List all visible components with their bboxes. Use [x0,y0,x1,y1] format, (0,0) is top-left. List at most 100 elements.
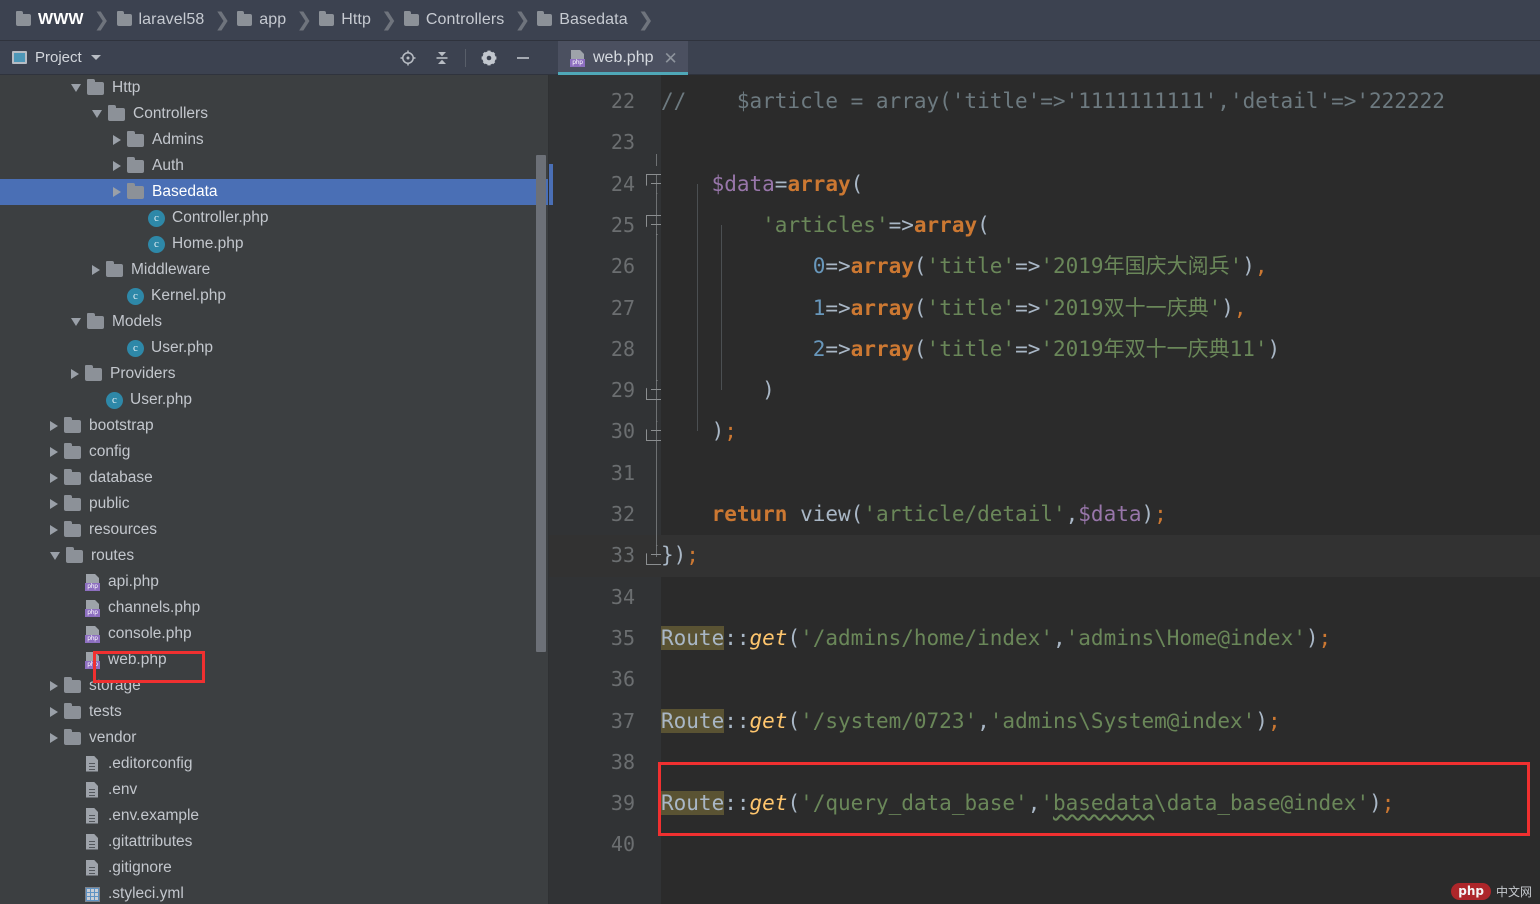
code-line-35[interactable]: Route::get('/admins/home/index','admins\… [661,618,1540,659]
tree-item-storage[interactable]: storage [0,673,548,699]
code-line-38[interactable] [661,742,1540,783]
chevron-down-icon[interactable] [50,552,60,560]
tree-item-env-example[interactable]: .env.example [0,803,548,829]
project-tree[interactable]: Http Controllers Admins Auth Basedata c Contro… [0,75,548,904]
code-editor[interactable]: 22 23 24 25 26 27 28 29 30 31 32 33 34 35 36 37 38 39 40 /… [549,75,1540,904]
tab-web-php[interactable]: php web.php ✕ [558,41,688,75]
tree-item-vendor[interactable]: vendor [0,725,548,751]
chevron-right-icon[interactable] [92,265,100,275]
chevron-right-icon[interactable] [50,681,58,691]
tree-item-routes[interactable]: routes [0,543,548,569]
tree-item-channels-php[interactable]: php channels.php [0,595,548,621]
chevron-right-icon[interactable] [50,707,58,717]
folder-icon [108,104,125,121]
chevron-down-icon[interactable] [92,110,102,118]
code-line-37[interactable]: Route::get('/system/0723','admins\System… [661,701,1540,742]
chevron-right-icon[interactable] [50,499,58,509]
breadcrumb-item-http[interactable]: Http [319,0,371,40]
tree-item-label: api.php [108,573,159,590]
tree-item-basedata[interactable]: Basedata [0,179,548,205]
hide-window-icon[interactable] [506,43,540,73]
code-line-40[interactable] [661,824,1540,865]
tree-item-env[interactable]: .env [0,777,548,803]
tree-item-middleware[interactable]: Middleware [0,257,548,283]
settings-gear-icon[interactable] [472,43,506,73]
code-line-34[interactable] [661,577,1540,618]
tree-item-resources[interactable]: resources [0,517,548,543]
tree-item-bootstrap[interactable]: bootstrap [0,413,548,439]
chevron-right-icon[interactable] [113,135,121,145]
tree-item-http[interactable]: Http [0,75,548,101]
code-line-26[interactable]: 0=>array('title'=>'2019年国庆大阅兵'), [661,246,1540,287]
tree-item-web-php[interactable]: php web.php [0,647,548,673]
line-number: 38 [610,749,635,774]
breadcrumb-item-controllers[interactable]: Controllers [403,0,504,40]
tree-item-controllers[interactable]: Controllers [0,101,548,127]
tree-item-providers[interactable]: Providers [0,361,548,387]
tree-item-gitattributes[interactable]: .gitattributes [0,829,548,855]
chevron-right-icon[interactable] [71,369,79,379]
tree-item-label: .gitattributes [108,833,193,850]
breadcrumb-item-app[interactable]: app [237,0,286,40]
tree-item-user-php[interactable]: c User.php [0,387,548,413]
tree-item-tests[interactable]: tests [0,699,548,725]
close-icon[interactable]: ✕ [664,50,678,67]
chevron-right-icon[interactable] [113,187,121,197]
line-number: 33 [610,543,635,568]
tree-item-console-php[interactable]: php console.php [0,621,548,647]
code-line-25[interactable]: 'articles'=>array( [661,205,1540,246]
tree-item-config[interactable]: config [0,439,548,465]
editor-code-area[interactable]: // $article = array('title'=>'1111111111… [661,75,1540,904]
tree-item-database[interactable]: database [0,465,548,491]
php-class-icon: c [127,339,144,357]
tree-item-auth[interactable]: Auth [0,153,548,179]
php-file-icon: php [85,599,100,617]
code-line-32[interactable]: return view('article/detail',$data); [661,494,1540,535]
line-number: 34 [610,584,635,609]
code-line-24[interactable]: $data=array( [661,164,1540,205]
folder-icon [16,11,31,26]
folder-icon [87,312,104,329]
tree-item-models[interactable]: Models [0,309,548,335]
code-line-39[interactable]: Route::get('/query_data_base','basedata\… [661,783,1540,824]
tree-item-styleci-yml[interactable]: .styleci.yml [0,881,548,904]
tree-item-kernel-php[interactable]: c Kernel.php [0,283,548,309]
code-line-22[interactable]: // $article = array('title'=>'1111111111… [661,81,1540,122]
chevron-down-icon[interactable] [71,84,81,92]
tree-item-controller-php[interactable]: c Controller.php [0,205,548,231]
tree-item-public[interactable]: public [0,491,548,517]
chevron-right-icon[interactable] [113,161,121,171]
chevron-right-icon[interactable] [50,733,58,743]
chevron-right-icon[interactable] [50,473,58,483]
chevron-right-icon[interactable] [50,525,58,535]
tree-item-gitignore[interactable]: .gitignore [0,855,548,881]
code-line-29[interactable]: ) [661,370,1540,411]
tree-item-admins[interactable]: Admins [0,127,548,153]
chevron-right-icon[interactable] [50,421,58,431]
breadcrumb-item-laravel58[interactable]: laravel58 [116,0,205,40]
code-line-28[interactable]: 2=>array('title'=>'2019年双十一庆典11') [661,329,1540,370]
editor-gutter[interactable]: 22 23 24 25 26 27 28 29 30 31 32 33 34 35 36 37 38 39 40 [549,75,668,904]
code-line-23[interactable] [661,122,1540,163]
code-line-27[interactable]: 1=>array('title'=>'2019双十一庆典'), [661,288,1540,329]
code-line-30[interactable]: ); [661,411,1540,452]
tree-item-editorconfig[interactable]: .editorconfig [0,751,548,777]
php-file-icon: php [85,573,100,591]
project-tool-window-title: Project [35,49,82,66]
code-line-31[interactable] [661,453,1540,494]
tree-item-api-php[interactable]: php api.php [0,569,548,595]
breadcrumb-item-basedata[interactable]: Basedata [537,0,628,40]
project-tool-window-header: Project [0,41,548,75]
breadcrumb-item-www[interactable]: WWW [16,0,84,40]
locate-icon[interactable] [391,43,425,73]
tree-item-user-php[interactable]: c User.php [0,335,548,361]
chevron-down-icon[interactable] [90,55,101,60]
chevron-down-icon[interactable] [71,318,81,326]
folder-icon [319,11,335,26]
code-line-36[interactable] [661,659,1540,700]
chevron-right-icon[interactable] [50,447,58,457]
collapse-all-icon[interactable] [425,43,459,73]
code-line-33[interactable]: }); [661,535,1540,576]
project-tree-scrollbar[interactable] [536,155,546,652]
tree-item-home-php[interactable]: c Home.php [0,231,548,257]
